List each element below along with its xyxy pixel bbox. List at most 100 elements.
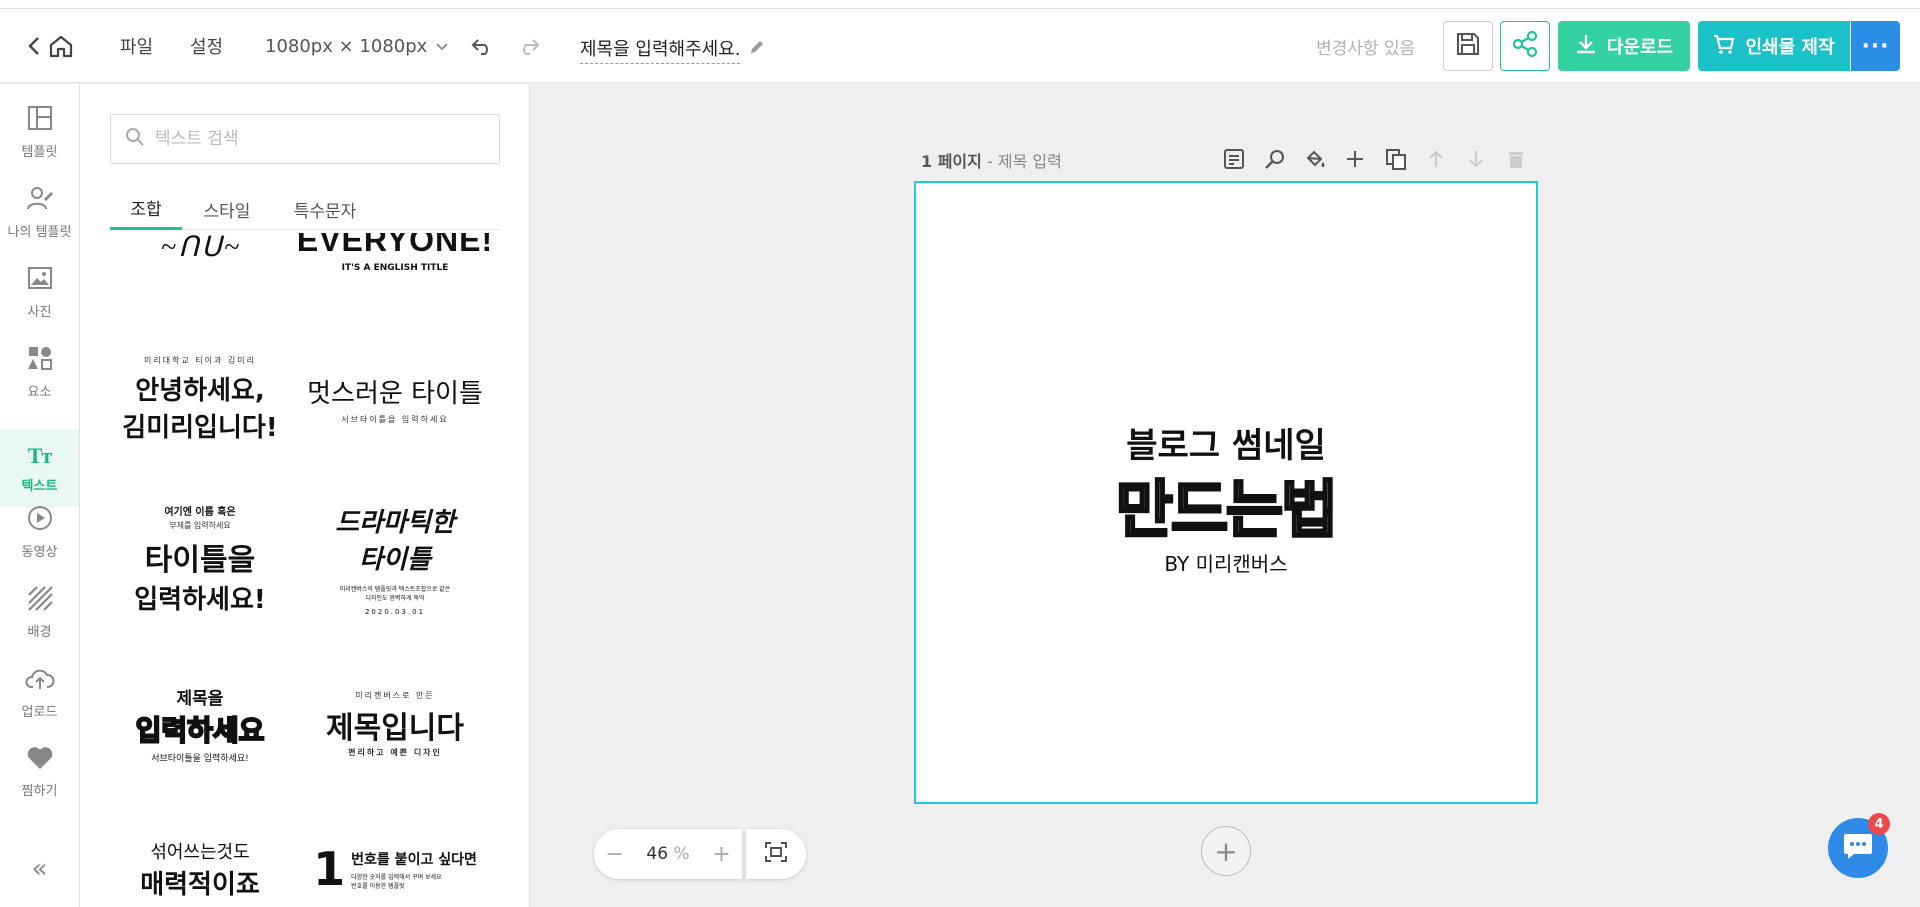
text-template-card[interactable]: 미리캔버스로 만든 제목입니다 편리하고 예쁜 디자인 — [305, 664, 485, 784]
template-preview-text: EVERYONE! — [296, 233, 494, 257]
menu-settings[interactable]: 설정 — [190, 9, 223, 83]
design-page[interactable]: 블로그 썸네일 만드는법 BY 미리캔버스 — [914, 181, 1538, 804]
template-preview-text: 매력적이죠 — [140, 869, 260, 900]
print-order-button[interactable]: 인쇄물 제작 — [1698, 21, 1850, 71]
redo-icon[interactable] — [517, 9, 541, 83]
changes-status: 변경사항 있음 — [1316, 38, 1416, 59]
text-template-card[interactable]: 1 번호를 붙이고 싶다면 다양한 숫자를 입력해서 꾸며 보세요 번호를 이용… — [305, 824, 485, 907]
text-template-card[interactable]: 드라마틱한 타이틀 미리캔버스의 탬플릿과 텍스트조합으로 같은 디자인도 완벽… — [305, 484, 485, 634]
move-up-icon — [1426, 146, 1446, 172]
template-preview-text: 멋스러운 타이틀 — [307, 379, 483, 409]
nav-label: 동영상 — [21, 544, 58, 560]
chat-icon — [1842, 831, 1874, 865]
nav-item-photo[interactable]: 사진 — [0, 253, 79, 331]
print-order-label: 인쇄물 제작 — [1745, 37, 1835, 58]
left-nav: 템플릿 나의 템플릿 사진 요소 Tт 텍스트 동영상 배경 업로드 찜하기 « — [0, 84, 80, 907]
save-button[interactable] — [1443, 21, 1493, 71]
nav-label: 나의 템플릿 — [7, 224, 72, 240]
template-preview-text: 타이틀을 — [144, 542, 256, 578]
my-template-icon — [26, 185, 54, 215]
design-title[interactable]: 만드는법 — [916, 459, 1536, 549]
template-preview-text: ~ Ո Ս ~ — [160, 232, 240, 263]
template-preview-subtext: 여기엔 이름 혹은 — [164, 506, 236, 518]
text-template-card[interactable]: EVERYONE! IT'S A ENGLISH TITLE — [297, 230, 492, 340]
text-template-card[interactable]: 멋스러운 타이틀 서브타이틀을 입력하세요 — [305, 329, 485, 469]
template-preview-subtext: 부제를 입력하세요 — [169, 520, 231, 530]
nav-label: 요소 — [27, 384, 52, 400]
tab-combination[interactable]: 조합 — [110, 188, 182, 230]
page-title: - 제목 입력 — [981, 152, 1062, 171]
trash-icon — [1506, 146, 1526, 172]
template-preview-text: 제목입니다 — [326, 711, 464, 746]
document-title[interactable]: 제목을 입력해주세요. — [580, 31, 766, 67]
template-preview-subtext: 미리캔버스로 만든 — [355, 691, 435, 700]
nav-item-favorites[interactable]: 찜하기 — [0, 733, 79, 811]
chat-unread-badge: 4 — [1868, 813, 1890, 835]
background-icon — [27, 585, 53, 615]
fit-to-screen-button[interactable] — [746, 829, 806, 879]
nav-item-video[interactable]: 동영상 — [0, 493, 79, 571]
zoom-number: 46 — [646, 844, 669, 864]
duplicate-page-icon[interactable] — [1385, 146, 1407, 172]
text-icon: Tт — [27, 442, 53, 468]
text-template-card[interactable]: ~ Ո Ս ~ — [110, 230, 290, 340]
zoom-value[interactable]: 46 % — [646, 844, 689, 864]
save-icon — [1455, 31, 1481, 61]
nav-item-my-template[interactable]: 나의 템플릿 — [0, 173, 79, 251]
undo-icon[interactable] — [470, 9, 494, 83]
template-preview-subtext: 미리대학교 티이과 김미리 — [143, 355, 257, 365]
collapse-sidebar-button[interactable]: « — [0, 849, 79, 889]
home-icon[interactable] — [48, 9, 74, 83]
text-template-card[interactable]: 미리대학교 티이과 김미리 안녕하세요, 김미리입니다! — [110, 329, 290, 469]
text-tabs: 조합 스타일 특수문자 — [110, 188, 500, 230]
nav-item-template[interactable]: 템플릿 — [0, 93, 79, 171]
text-template-card[interactable]: 여기엔 이름 혹은 부제를 입력하세요 타이틀을 입력하세요! — [110, 484, 290, 634]
template-preview-subtext: 서브타이틀을 입력하세요! — [151, 754, 249, 764]
share-button[interactable] — [1500, 21, 1550, 71]
template-preview-text: 입력하세요 — [135, 713, 266, 748]
canvas-size-value: 1080px × 1080px — [265, 35, 428, 57]
paint-bucket-icon[interactable] — [1304, 146, 1326, 172]
menu-file[interactable]: 파일 — [120, 9, 153, 83]
top-toolbar: 파일 설정 1080px × 1080px 제목을 입력해주세요. 변경사항 있… — [0, 9, 1920, 83]
page-note-icon[interactable] — [1223, 146, 1245, 172]
template-preview-subtext: 다양한 숫자를 입력해서 꾸며 보세요 — [351, 873, 442, 881]
top-strip — [0, 0, 1920, 9]
template-preview-text: 입력하세요! — [134, 584, 266, 615]
tab-style[interactable]: 스타일 — [192, 188, 262, 230]
fit-screen-icon — [765, 842, 787, 866]
elements-icon — [27, 345, 53, 375]
more-options-button[interactable]: ··· — [1851, 21, 1900, 71]
download-button[interactable]: 다운로드 — [1558, 21, 1690, 71]
template-icon — [27, 105, 53, 135]
share-icon — [1511, 30, 1539, 62]
template-preview-subtext: 디자인도 완벽하게 뚝딱 — [365, 595, 425, 602]
chevron-down-icon — [435, 36, 449, 57]
zoom-control: − 46 % + — [594, 829, 742, 879]
search-input[interactable] — [155, 129, 485, 149]
text-search — [110, 114, 500, 164]
zoom-in-button[interactable]: + — [712, 842, 730, 867]
page-label[interactable]: 1 페이지 - 제목 입력 — [921, 148, 1062, 172]
canvas-size-select[interactable]: 1080px × 1080px — [265, 9, 449, 83]
zoom-out-button[interactable]: − — [605, 842, 623, 867]
text-template-card[interactable]: 섞어쓰는것도 매력적이죠 — [110, 824, 290, 907]
nav-item-upload[interactable]: 업로드 — [0, 653, 79, 731]
cart-icon — [1713, 33, 1735, 60]
template-preview-text: 드라마틱한 — [335, 508, 455, 538]
back-icon[interactable] — [26, 9, 42, 83]
template-preview-subtext: IT'S A ENGLISH TITLE — [341, 263, 449, 273]
template-preview-subtext: 서브타이틀을 입력하세요 — [341, 415, 449, 424]
add-icon[interactable] — [1345, 146, 1365, 172]
text-template-card[interactable]: 제목을 입력하세요 서브타이틀을 입력하세요! — [110, 664, 290, 784]
template-preview-text: 김미리입니다! — [122, 412, 278, 443]
nav-item-background[interactable]: 배경 — [0, 573, 79, 651]
add-page-button[interactable]: + — [1201, 826, 1251, 876]
download-icon — [1575, 33, 1597, 60]
template-preview-subtext: 2020.03.01 — [364, 608, 426, 616]
template-preview-text: 타이틀 — [359, 545, 431, 575]
nav-item-elements[interactable]: 요소 — [0, 333, 79, 411]
tab-special-chars[interactable]: 특수문자 — [280, 188, 370, 230]
design-byline[interactable]: BY 미리캔버스 — [916, 548, 1536, 577]
magic-wand-icon[interactable] — [1264, 146, 1286, 172]
